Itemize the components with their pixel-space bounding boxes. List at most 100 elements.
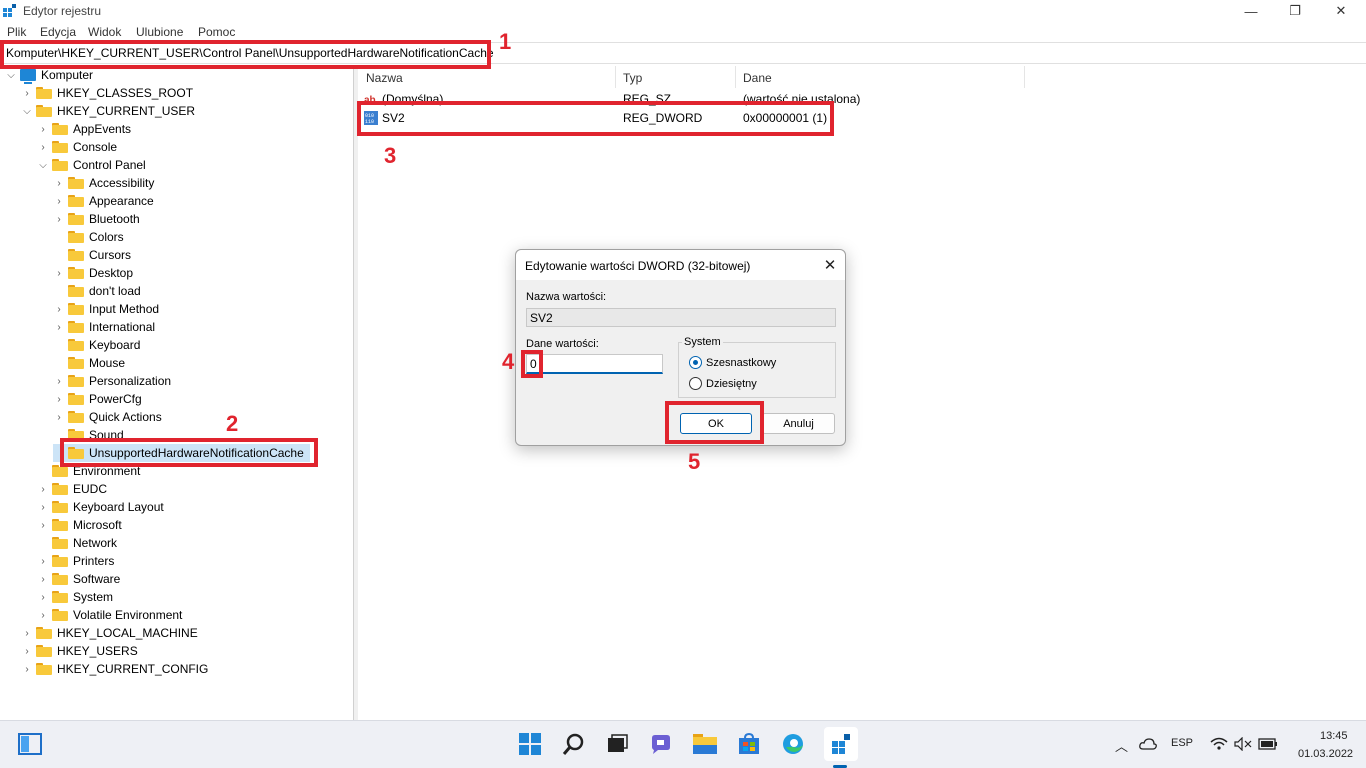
chevron-right-icon[interactable]: › [53, 372, 65, 390]
tree-node[interactable]: › Keyboard Layout [37, 498, 163, 516]
tree-node[interactable]: › Accessibility [53, 174, 154, 192]
menu-edycja[interactable]: Edycja [40, 25, 76, 39]
chevron-right-icon[interactable]: › [37, 516, 49, 534]
chevron-right-icon[interactable]: › [53, 192, 65, 210]
tree-node[interactable]: › Printers [37, 552, 114, 570]
chevron-right-icon[interactable]: › [21, 84, 33, 102]
tree-node[interactable]: › Bluetooth [53, 210, 139, 228]
store-icon[interactable] [736, 731, 762, 757]
folder-icon [52, 159, 68, 171]
chevron-right-icon[interactable]: › [53, 318, 65, 336]
chevron-down-icon[interactable]: ⌵ [21, 102, 33, 120]
desktop-layout-icon[interactable] [17, 731, 43, 757]
chevron-right-icon[interactable]: › [37, 570, 49, 588]
chevron-right-icon[interactable]: › [21, 660, 33, 678]
chevron-right-icon[interactable]: › [53, 390, 65, 408]
maximize-button[interactable]: ❐ [1272, 0, 1318, 22]
edge-icon[interactable] [780, 731, 806, 757]
tree-node[interactable]: › EUDC [37, 480, 107, 498]
tree-node[interactable]: Network [37, 534, 117, 552]
tree-node[interactable]: › Volatile Environment [37, 606, 182, 624]
chevron-down-icon[interactable]: ⌵ [37, 156, 49, 174]
value-data-input[interactable]: 0 [526, 354, 663, 374]
folder-icon [52, 141, 68, 153]
tree-label: Colors [89, 230, 124, 244]
regedit-taskbar-icon[interactable] [824, 727, 858, 761]
chevron-right-icon[interactable]: › [37, 606, 49, 624]
tree-node[interactable]: › PowerCfg [53, 390, 141, 408]
tree-label: Mouse [89, 356, 126, 370]
tree-label: HKEY_LOCAL_MACHINE [57, 626, 198, 640]
folder-icon [36, 87, 52, 99]
radio-hexadecimal[interactable]: Szesnastkowy [689, 356, 776, 369]
chevron-right-icon[interactable]: › [37, 498, 49, 516]
wifi-icon[interactable] [1210, 737, 1228, 751]
file-explorer-icon[interactable] [692, 731, 718, 757]
chevron-right-icon[interactable]: › [53, 210, 65, 228]
tree-node[interactable]: › HKEY_LOCAL_MACHINE [21, 624, 198, 642]
restore-icon: ❐ [1289, 3, 1301, 18]
tree-node[interactable]: › Appearance [53, 192, 153, 210]
tree-node[interactable]: ⌵ HKEY_CURRENT_USER [21, 102, 195, 120]
cancel-button[interactable]: Anuluj [762, 413, 835, 434]
menu-ulubione[interactable]: Ulubione [136, 25, 183, 39]
tree-node[interactable]: › HKEY_CURRENT_CONFIG [21, 660, 208, 678]
clock-time[interactable]: 13:45 [1320, 730, 1348, 742]
dialog-close-button[interactable]: ✕ [820, 255, 840, 275]
speaker-muted-icon[interactable] [1234, 737, 1252, 751]
language-indicator[interactable]: ESP [1171, 737, 1193, 749]
tree-node[interactable]: › AppEvents [37, 120, 131, 138]
chevron-right-icon[interactable]: › [53, 174, 65, 192]
menu-pomoc[interactable]: Pomoc [198, 25, 235, 39]
chevron-right-icon[interactable]: › [37, 552, 49, 570]
tree-node[interactable]: › Quick Actions [53, 408, 161, 426]
tree-node[interactable]: › Personalization [53, 372, 171, 390]
tree-node[interactable]: Mouse [53, 354, 125, 372]
chevron-right-icon[interactable]: › [21, 624, 33, 642]
chevron-right-icon[interactable]: › [37, 120, 49, 138]
chevron-right-icon[interactable]: › [37, 138, 49, 156]
task-view-icon[interactable] [604, 731, 630, 757]
tree-node[interactable]: ⌵ Control Panel [37, 156, 146, 174]
tree-node[interactable]: › System [37, 588, 113, 606]
close-button[interactable]: ✕ [1318, 0, 1364, 22]
minimize-button[interactable]: — [1228, 0, 1274, 22]
column-header-type[interactable]: Typ [616, 66, 736, 88]
search-icon[interactable] [561, 731, 587, 757]
tree-node[interactable]: Cursors [53, 246, 131, 264]
battery-icon[interactable] [1258, 738, 1278, 750]
values-list[interactable]: Nazwa Typ Dane ab (Domyślna) REG_SZ (war… [358, 66, 1366, 720]
clock-date[interactable]: 01.03.2022 [1298, 748, 1353, 760]
cloud-icon[interactable] [1139, 738, 1157, 750]
tree-node[interactable]: › HKEY_USERS [21, 642, 137, 660]
tree-node[interactable]: › Desktop [53, 264, 133, 282]
tree-node[interactable]: don't load [53, 282, 141, 300]
tree-label: Accessibility [89, 176, 155, 190]
chevron-right-icon[interactable]: › [37, 588, 49, 606]
radio-decimal[interactable]: Dziesiętny [689, 377, 757, 390]
tree-node[interactable]: › Software [37, 570, 120, 588]
radio-unselected-icon [689, 377, 702, 390]
folder-icon [68, 303, 84, 315]
tree-node[interactable]: › HKEY_CLASSES_ROOT [21, 84, 193, 102]
tree-node[interactable]: › International [53, 318, 155, 336]
tree-node[interactable]: › Console [37, 138, 117, 156]
base-group-title: System [682, 336, 723, 348]
chevron-right-icon[interactable]: › [53, 300, 65, 318]
tree-node[interactable]: › Input Method [53, 300, 159, 318]
chevron-right-icon[interactable]: › [53, 264, 65, 282]
tree-node[interactable]: Colors [53, 228, 124, 246]
chevron-right-icon[interactable]: › [53, 408, 65, 426]
tree-node[interactable]: Keyboard [53, 336, 140, 354]
tree-node[interactable]: › Microsoft [37, 516, 121, 534]
start-icon[interactable] [517, 731, 543, 757]
column-header-data[interactable]: Dane [736, 66, 1025, 88]
key-tree[interactable]: ⌵ Komputer › HKEY_CLASSES_ROOT ⌵ HKEY_CURR… [0, 66, 354, 720]
chat-icon[interactable] [648, 731, 674, 757]
chevron-right-icon[interactable]: › [37, 480, 49, 498]
menu-plik[interactable]: Plik [7, 25, 26, 39]
chevron-right-icon[interactable]: › [21, 642, 33, 660]
menu-widok[interactable]: Widok [88, 25, 121, 39]
chevron-up-icon[interactable]: ︿ [1115, 736, 1128, 755]
column-header-name[interactable]: Nazwa [358, 66, 616, 88]
